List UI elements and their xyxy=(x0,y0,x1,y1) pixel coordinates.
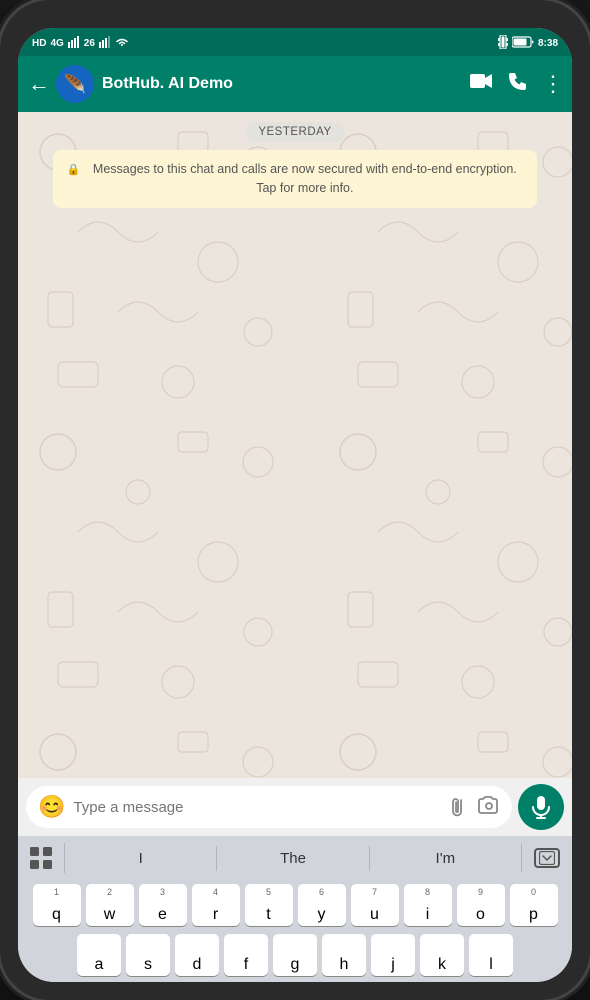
keyboard-collapse-button[interactable] xyxy=(521,844,572,872)
status-bar: HD 4G 26 8:38 xyxy=(18,28,572,56)
key-u[interactable]: 7u xyxy=(351,884,399,926)
keyboard: 1q 2w 3e 4r 5t 6y 7u 8i 9o 0p a s d f g … xyxy=(18,880,572,982)
phone-call-icon[interactable] xyxy=(508,71,528,97)
contact-name: BotHub. AI Demo xyxy=(102,74,470,93)
key-s[interactable]: s xyxy=(126,934,170,976)
key-i[interactable]: 8i xyxy=(404,884,452,926)
key-y[interactable]: 6y xyxy=(298,884,346,926)
signal-4g: 4G xyxy=(50,38,63,49)
security-notice[interactable]: 🔒 Messages to this chat and calls are no… xyxy=(53,150,537,208)
date-badge: YESTERDAY xyxy=(246,122,343,142)
key-t[interactable]: 5t xyxy=(245,884,293,926)
mic-button[interactable] xyxy=(518,784,564,830)
suggestion-the[interactable]: The xyxy=(217,846,369,871)
key-k[interactable]: k xyxy=(420,934,464,976)
contact-info: BotHub. AI Demo xyxy=(102,74,470,93)
input-wrapper: 😊 xyxy=(26,786,512,828)
time-display: 8:38 xyxy=(538,38,558,49)
vibrate-icon xyxy=(498,35,508,52)
key-l[interactable]: l xyxy=(469,934,513,976)
wifi-icon xyxy=(115,37,129,50)
status-right: 8:38 xyxy=(498,35,558,52)
key-d[interactable]: d xyxy=(175,934,219,976)
signal-bars-2 xyxy=(99,36,111,51)
camera-button[interactable] xyxy=(478,796,500,819)
phone-screen: HD 4G 26 8:38 xyxy=(18,28,572,982)
key-r[interactable]: 4r xyxy=(192,884,240,926)
signal-bars-1 xyxy=(68,36,80,51)
security-notice-text: Messages to this chat and calls are now … xyxy=(87,160,523,198)
header-actions: ⋮ xyxy=(470,71,564,97)
key-o[interactable]: 9o xyxy=(457,884,505,926)
key-f[interactable]: f xyxy=(224,934,268,976)
keyboard-suggestions: I The I'm xyxy=(18,836,572,880)
suggestion-im[interactable]: I'm xyxy=(370,846,521,871)
key-j[interactable]: j xyxy=(371,934,415,976)
emoji-button[interactable]: 😊 xyxy=(38,794,65,820)
key-g[interactable]: g xyxy=(273,934,317,976)
avatar-inner: 🪶 xyxy=(56,65,94,103)
back-button[interactable]: ← xyxy=(22,67,56,101)
suggestion-i[interactable]: I xyxy=(65,846,217,871)
attach-button[interactable] xyxy=(444,791,476,823)
battery-icon xyxy=(512,36,534,51)
network-indicator: HD xyxy=(32,38,46,49)
chat-header: ← 🪶 BotHub. AI Demo xyxy=(18,56,572,112)
key-row-partial: a s d f g h j k l xyxy=(18,930,572,982)
network-26: 26 xyxy=(84,38,95,49)
key-q[interactable]: 1q xyxy=(33,884,81,926)
key-w[interactable]: 2w xyxy=(86,884,134,926)
key-p[interactable]: 0p xyxy=(510,884,558,926)
keyboard-grid-button[interactable] xyxy=(18,843,65,873)
chat-area: YESTERDAY 🔒 Messages to this chat and ca… xyxy=(18,112,572,778)
collapse-icon xyxy=(534,848,560,868)
phone-frame: HD 4G 26 8:38 xyxy=(0,0,590,1000)
key-h[interactable]: h xyxy=(322,934,366,976)
avatar[interactable]: 🪶 xyxy=(56,65,94,103)
key-row-1: 1q 2w 3e 4r 5t 6y 7u 8i 9o 0p xyxy=(18,880,572,930)
key-e[interactable]: 3e xyxy=(139,884,187,926)
more-options-icon[interactable]: ⋮ xyxy=(542,73,564,95)
svg-text:🪶: 🪶 xyxy=(64,73,86,94)
message-input[interactable] xyxy=(73,799,442,816)
status-left: HD 4G 26 xyxy=(32,36,129,51)
video-call-icon[interactable] xyxy=(470,72,494,96)
key-a[interactable]: a xyxy=(77,934,121,976)
input-bar: 😊 xyxy=(18,778,572,836)
lock-icon: 🔒 xyxy=(67,162,81,179)
